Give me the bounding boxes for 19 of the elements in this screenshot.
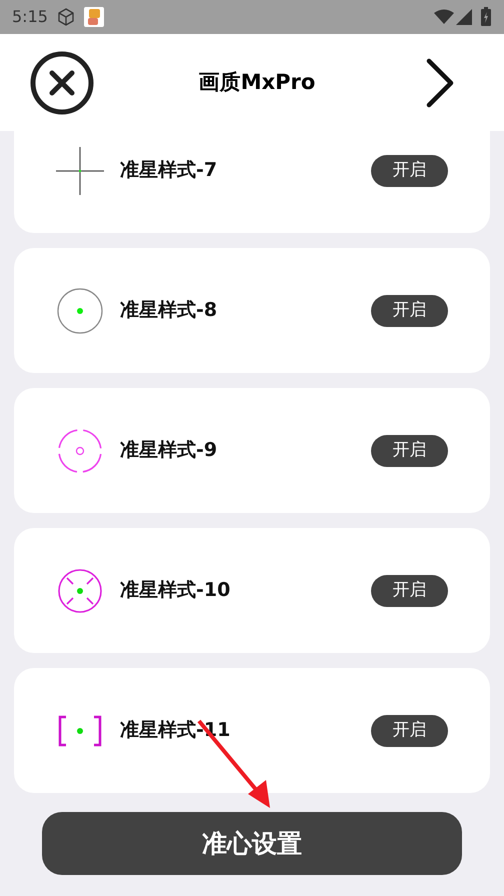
- crosshair-label: 准星样式-10: [120, 578, 232, 604]
- enable-button[interactable]: 开启: [371, 294, 448, 326]
- crosshair-settings-button[interactable]: 准心设置: [42, 812, 462, 875]
- enable-button[interactable]: 开启: [371, 574, 448, 606]
- crosshair-icon: [54, 144, 106, 196]
- battery-icon: [480, 7, 492, 27]
- crosshair-label: 准星样式-9: [120, 438, 218, 464]
- wifi-icon: [434, 9, 454, 25]
- crosshair-label: 准星样式-8: [120, 298, 218, 324]
- enable-button[interactable]: 开启: [371, 434, 448, 466]
- enable-button[interactable]: 开启: [371, 154, 448, 186]
- clock: 5:15: [12, 6, 48, 28]
- cube-icon: [56, 7, 76, 27]
- crosshair-label: 准星样式-7: [120, 158, 218, 184]
- enable-button[interactable]: 开启: [371, 714, 448, 746]
- close-button[interactable]: [30, 50, 94, 114]
- signal-icon: [456, 9, 472, 25]
- page-title: 画质MxPro: [198, 68, 316, 96]
- app-icon: [84, 7, 104, 27]
